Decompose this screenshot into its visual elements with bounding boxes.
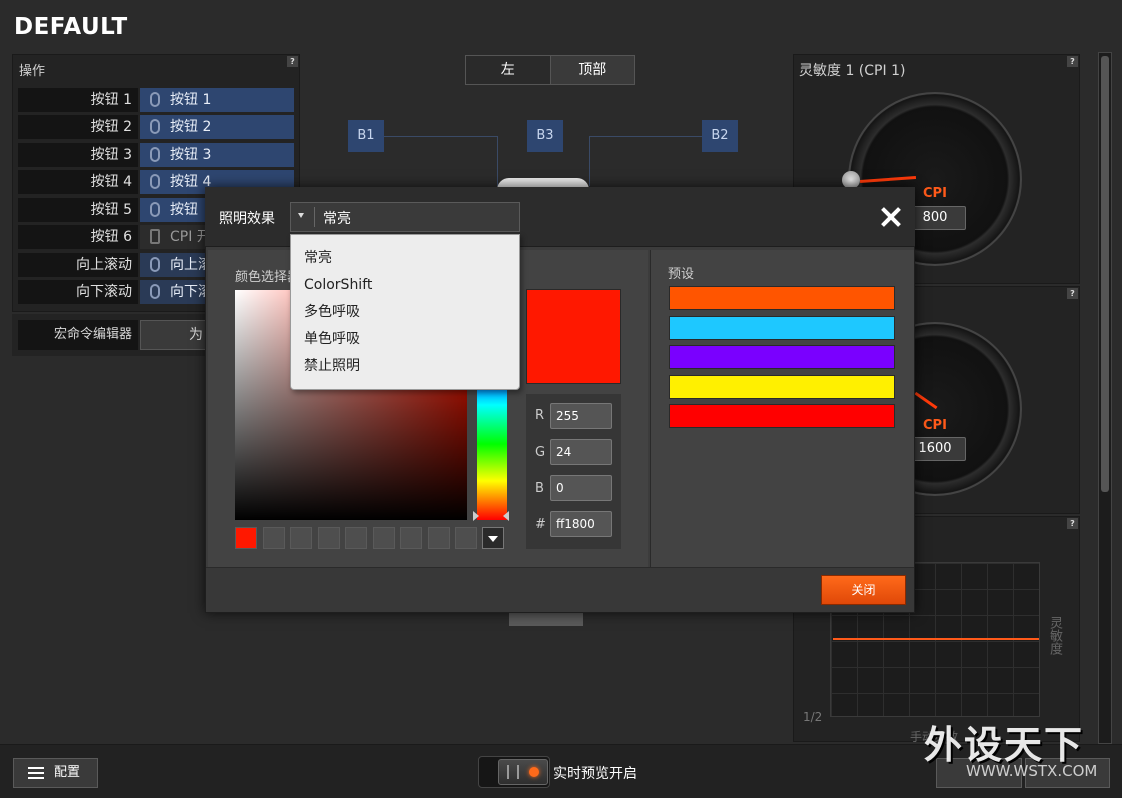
cpi-icon [150, 229, 160, 244]
swatch-dropdown-button[interactable] [482, 527, 504, 549]
lighting-effect-label: 照明效果 [219, 211, 275, 227]
menu-item-steady[interactable]: 常亮 [291, 245, 519, 272]
action-row-label: 按钮 1 [18, 88, 138, 112]
preset-swatch[interactable] [669, 316, 895, 340]
chart-axis-label: 灵敏度 [1047, 616, 1062, 655]
mouse-icon [150, 147, 160, 162]
chevron-down-icon [298, 213, 304, 218]
hue-pointer-left[interactable] [473, 511, 479, 521]
profile-title: DEFAULT [14, 14, 128, 40]
green-label: G [535, 445, 546, 460]
mouse-icon [150, 119, 160, 134]
action-row-label: 向上滚动 [18, 253, 138, 277]
mouse-icon [150, 202, 160, 217]
recent-color-swatch[interactable] [455, 527, 477, 549]
mouse-icon [150, 92, 160, 107]
preset-label: 预设 [668, 267, 695, 282]
red-label: R [535, 408, 545, 423]
config-button[interactable]: 配置 [13, 758, 98, 788]
status-light-icon [529, 767, 539, 777]
hex-input[interactable]: ff1800 [550, 511, 612, 537]
mouse-icon [150, 174, 160, 189]
recent-color-swatch[interactable] [345, 527, 367, 549]
preset-swatch[interactable] [669, 345, 895, 369]
macro-editor-label: 宏命令编辑器 [18, 320, 138, 350]
action-row-label: 按钮 5 [18, 198, 138, 222]
scrollbar-thumb[interactable] [1101, 56, 1109, 492]
mouse-icon [150, 257, 160, 272]
action-row-value[interactable]: 按钮 3 [140, 143, 294, 167]
actions-title: 操作 [19, 64, 46, 79]
lighting-effect-menu: 常亮 ColorShift 多色呼吸 单色呼吸 禁止照明 [290, 234, 520, 390]
mouse-tag-b1[interactable]: B1 [348, 120, 384, 152]
close-icon[interactable] [879, 205, 903, 229]
watermark-logo: 外设天下 [924, 723, 1085, 767]
mouse-tag-b2[interactable]: B2 [702, 120, 738, 152]
menu-item-single-breathe[interactable]: 单色呼吸 [291, 326, 519, 353]
mouse-image-bottom [509, 612, 583, 626]
tab-top[interactable]: 顶部 [551, 56, 635, 84]
select-divider [314, 207, 315, 227]
recent-color-swatch[interactable] [428, 527, 450, 549]
mouse-tag-b3[interactable]: B3 [527, 120, 563, 152]
actions-help-icon[interactable]: ? [287, 56, 298, 67]
tab-left[interactable]: 左 [466, 56, 551, 84]
action-row-value[interactable]: 按钮 1 [140, 88, 294, 112]
action-row-label: 按钮 6 [18, 225, 138, 249]
live-preview-label: 实时预览开启 [553, 766, 637, 782]
sensitivity-title: 灵敏度 1 (CPI 1) [799, 63, 906, 79]
action-row[interactable]: 按钮 2 按钮 2 [18, 115, 294, 139]
cpi-label: CPI [923, 186, 947, 201]
close-button[interactable]: 关闭 [821, 575, 906, 605]
preset-swatch[interactable] [669, 286, 895, 310]
sensitivity-curve [833, 638, 1039, 640]
action-row[interactable]: 按钮 1 按钮 1 [18, 88, 294, 112]
grip-icon [507, 765, 519, 779]
connector-line [384, 136, 497, 137]
green-input[interactable]: 24 [550, 439, 612, 465]
action-row-label: 按钮 3 [18, 143, 138, 167]
chart-help-icon[interactable]: ? [1067, 518, 1078, 529]
view-tabs: 左 顶部 [465, 55, 635, 85]
recent-color-swatch[interactable] [235, 527, 257, 549]
lighting-dialog-footer [206, 567, 914, 612]
macro-editor-button[interactable]: 为 [140, 320, 210, 350]
connector-line [589, 136, 702, 137]
page-indicator: 1/2 [803, 710, 823, 724]
hex-label: # [535, 517, 546, 532]
red-input[interactable]: 255 [550, 403, 612, 429]
watermark-url: WWW.WSTX.COM [966, 762, 1098, 780]
mouse-icon [150, 284, 160, 299]
recent-color-swatch[interactable] [263, 527, 285, 549]
recent-color-swatch[interactable] [318, 527, 340, 549]
connector-line [589, 136, 590, 186]
preset-swatch[interactable] [669, 404, 895, 428]
hue-pointer-right[interactable] [503, 511, 509, 521]
recent-color-swatch[interactable] [373, 527, 395, 549]
action-row-label: 按钮 2 [18, 115, 138, 139]
cpi-label-2: CPI [923, 418, 947, 433]
sensitivity-help-icon[interactable]: ? [1067, 56, 1078, 67]
toggle-knob[interactable] [498, 759, 548, 785]
action-row-value[interactable]: 按钮 2 [140, 115, 294, 139]
current-color-preview [526, 289, 621, 384]
action-row-label: 向下滚动 [18, 280, 138, 304]
blue-label: B [535, 481, 544, 496]
sensitivity-2-help-icon[interactable]: ? [1067, 288, 1078, 299]
connector-line [497, 136, 498, 186]
action-row[interactable]: 按钮 3 按钮 3 [18, 143, 294, 167]
menu-item-lighting-off[interactable]: 禁止照明 [291, 353, 519, 380]
preset-swatch[interactable] [669, 375, 895, 399]
blue-input[interactable]: 0 [550, 475, 612, 501]
recent-color-swatch[interactable] [400, 527, 422, 549]
menu-item-multicolor-breathe[interactable]: 多色呼吸 [291, 299, 519, 326]
action-row-label: 按钮 4 [18, 170, 138, 194]
list-icon [28, 767, 44, 779]
lighting-effect-value: 常亮 [323, 211, 351, 227]
recent-color-swatch[interactable] [290, 527, 312, 549]
menu-item-colorshift[interactable]: ColorShift [291, 272, 519, 299]
